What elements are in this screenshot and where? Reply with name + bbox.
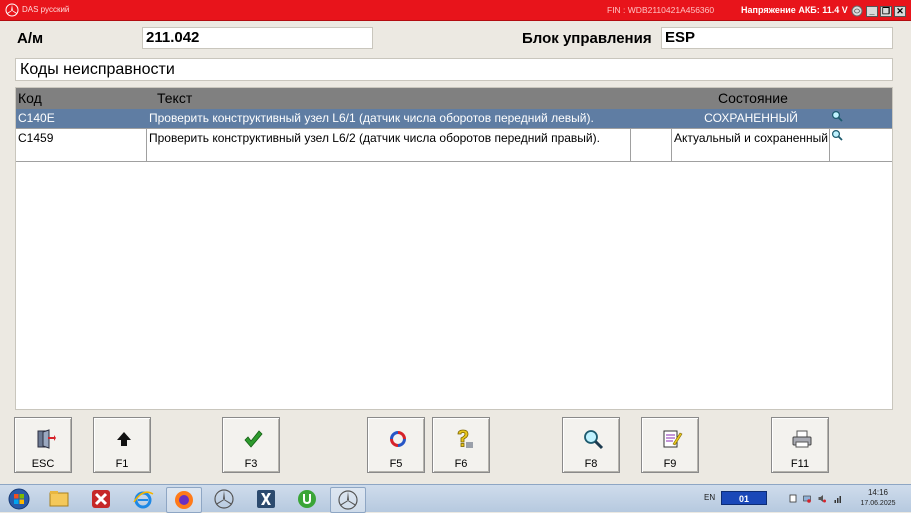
taskbar-firefox[interactable] <box>166 487 202 513</box>
table-row[interactable]: C140E Проверить конструктивный узел L6/1… <box>16 109 892 128</box>
column-divider <box>630 129 631 161</box>
vehicle-label: А/м <box>17 30 44 47</box>
f1-label: F1 <box>115 458 129 470</box>
language-indicator[interactable]: EN <box>704 493 715 502</box>
f9-label: F9 <box>663 458 677 470</box>
table-header: Код Текст Состояние <box>16 88 892 109</box>
column-header-code: Код <box>18 90 42 106</box>
search-icon <box>584 430 604 450</box>
f5-button[interactable]: F5 <box>367 417 425 473</box>
magnifier-icon[interactable] <box>831 110 843 122</box>
f6-button[interactable]: F6 <box>432 417 490 473</box>
checkmark-icon <box>244 430 263 448</box>
notepad-edit-icon <box>663 430 683 448</box>
ecu-label: Блок управления <box>522 30 652 47</box>
f3-button[interactable]: F3 <box>222 417 280 473</box>
clock-time[interactable]: 14:16 <box>858 488 898 497</box>
taskbar-app-red[interactable] <box>84 487 118 511</box>
taskbar-explorer[interactable] <box>42 487 76 511</box>
f11-label: F11 <box>790 458 810 470</box>
windows-start-icon <box>8 488 30 510</box>
firefox-icon <box>175 491 193 509</box>
esc-label: ESC <box>31 458 55 470</box>
volume-muted-icon[interactable] <box>818 494 826 503</box>
table-row[interactable]: C1459 Проверить конструктивный узел L6/2… <box>16 129 892 161</box>
folder-icon <box>49 491 69 507</box>
column-header-state: Состояние <box>718 90 788 106</box>
taskbar-xentry[interactable] <box>249 487 283 511</box>
f8-button[interactable]: F8 <box>562 417 620 473</box>
esc-button[interactable]: ESC <box>14 417 72 473</box>
mercedes-star-icon <box>5 3 19 17</box>
start-button[interactable] <box>2 487 36 511</box>
utorrent-icon <box>298 490 316 508</box>
taskbar-utorrent[interactable] <box>290 487 324 511</box>
column-divider <box>829 129 830 161</box>
column-divider <box>671 129 672 161</box>
mercedes-star-icon <box>214 489 234 509</box>
fault-state: Актуальный и сохраненный <box>673 131 829 145</box>
tool-x-icon <box>92 490 110 508</box>
battery-icon[interactable] <box>789 494 797 503</box>
signal-icon[interactable] <box>834 494 842 503</box>
minimize-button[interactable]: _ <box>866 6 878 17</box>
fin-label: FIN : WDB2110421A456360 <box>607 5 715 15</box>
internet-explorer-icon <box>133 491 154 509</box>
refresh-icon <box>390 431 406 447</box>
fault-code: C140E <box>18 111 55 125</box>
help-question-icon <box>457 429 473 448</box>
row-divider <box>16 128 892 129</box>
f11-button[interactable]: F11 <box>771 417 829 473</box>
taskbar-das-1[interactable] <box>207 487 241 511</box>
status-globe-icon <box>851 5 863 17</box>
taskbar-das-2[interactable] <box>330 487 366 513</box>
section-title: Коды неисправности <box>15 58 893 81</box>
f3-label: F3 <box>244 458 258 470</box>
exit-door-icon <box>37 429 56 449</box>
fault-text: Проверить конструктивный узел L6/1 (датч… <box>149 111 594 125</box>
clock-date[interactable]: 17.06.2025 <box>853 500 903 507</box>
magnifier-icon[interactable] <box>831 129 843 141</box>
network-icon[interactable] <box>803 494 811 503</box>
restore-button[interactable]: ❐ <box>880 6 892 17</box>
arrow-up-icon <box>117 432 131 446</box>
taskbar-ie[interactable] <box>126 487 160 511</box>
mercedes-star-icon <box>338 490 358 510</box>
taskbar: EN 01 14:16 17.06.2025 <box>0 484 911 513</box>
column-header-text: Текст <box>157 90 193 106</box>
fault-text: Проверить конструктивный узел L6/2 (датч… <box>149 131 600 145</box>
app-title: DAS русский <box>22 5 70 14</box>
f6-label: F6 <box>454 458 468 470</box>
printer-icon <box>792 430 812 448</box>
row-divider <box>16 161 892 162</box>
f5-label: F5 <box>389 458 403 470</box>
close-button[interactable]: ✕ <box>894 6 906 17</box>
vehicle-field: 211.042 <box>142 27 373 49</box>
xentry-x-icon <box>257 490 275 508</box>
column-divider <box>146 129 147 161</box>
f8-label: F8 <box>584 458 598 470</box>
f1-button[interactable]: F1 <box>93 417 151 473</box>
fault-code: C1459 <box>18 131 54 145</box>
fault-table: Код Текст Состояние C140E Проверить конс… <box>15 87 893 410</box>
ecu-field: ESP <box>661 27 893 49</box>
fault-state: СОХРАНЕННЫЙ <box>704 111 798 125</box>
title-bar: DAS русский FIN : WDB2110421A456360 Напр… <box>0 0 911 21</box>
tray-indicator[interactable]: 01 <box>721 491 767 505</box>
f9-button[interactable]: F9 <box>641 417 699 473</box>
battery-voltage: Напряжение АКБ: 11.4 V <box>741 5 848 15</box>
